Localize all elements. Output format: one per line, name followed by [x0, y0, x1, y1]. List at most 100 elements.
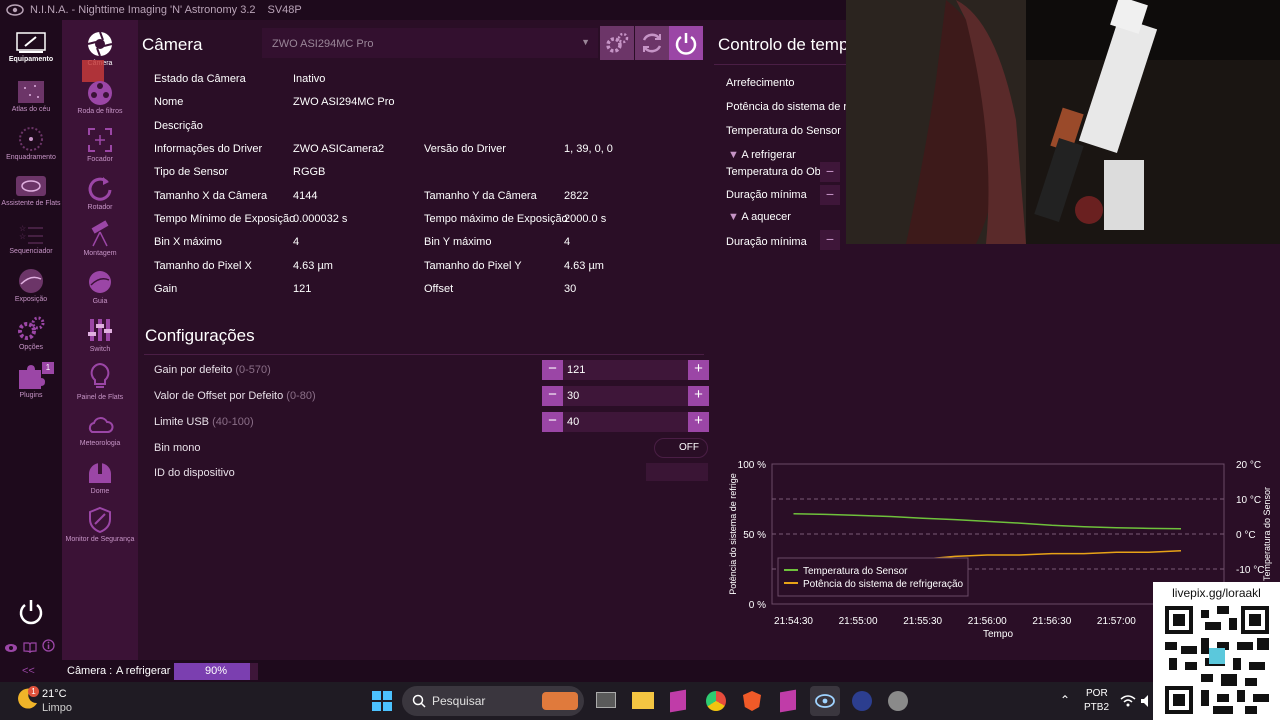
info-label: Bin X máximo	[154, 236, 222, 248]
device-id-input[interactable]	[646, 463, 708, 481]
nav-imaging[interactable]: Exposição	[0, 268, 62, 303]
nav-plugins[interactable]: Plugins 1	[0, 362, 62, 399]
search-highlight-icon	[542, 692, 578, 710]
show-hidden-icons[interactable]: ⌃	[1060, 693, 1070, 707]
telescope-icon	[91, 220, 109, 247]
disconnect-button[interactable]	[669, 26, 703, 60]
shield-icon	[89, 506, 111, 534]
nav-sky-atlas[interactable]: Atlas do céu	[0, 80, 62, 113]
app-icon-1[interactable]	[670, 689, 686, 713]
weather-temp: 21°C	[42, 688, 67, 700]
camera-settings-button[interactable]	[600, 26, 634, 60]
info-row: Tipo de Sensor RGGB	[154, 166, 694, 180]
info-icon	[42, 639, 55, 652]
info-value: ZWO ASICamera2	[293, 143, 385, 155]
search-box[interactable]: Pesquisar	[402, 686, 584, 716]
language-line2[interactable]: PTB2	[1084, 702, 1109, 713]
stellarium-icon[interactable]	[852, 691, 872, 711]
info-value: RGGB	[293, 166, 326, 178]
info-label: Tempo máximo de Exposição	[424, 213, 568, 225]
nav-focuser[interactable]: Focador	[62, 126, 138, 163]
weather-widget[interactable]: 1 21°C Limpo	[14, 686, 72, 715]
info-value: 4144	[293, 190, 318, 202]
y2-tick-label: -10 °C	[1236, 565, 1264, 576]
nav-label: Sequenciador	[9, 248, 53, 255]
brave-icon[interactable]	[743, 691, 761, 711]
eye-button[interactable]	[4, 640, 18, 658]
status-device: Câmera :	[67, 665, 113, 677]
language-line1[interactable]: POR	[1086, 688, 1108, 699]
app-icon-2[interactable]	[780, 689, 796, 713]
usb-stepper: − 40 +	[542, 412, 709, 432]
nav-label: Focador	[87, 156, 113, 163]
info-row: Informações do Driver ZWO ASICamera2 Versã…	[154, 143, 694, 157]
cool-min-decrement-button[interactable]: −	[820, 185, 840, 205]
info-value: 2000.0 s	[564, 213, 607, 225]
chevron-down-icon: ▼	[728, 149, 742, 161]
nav-safety-monitor[interactable]: Monitor de Segurança	[62, 506, 138, 543]
bin-mono-toggle[interactable]: OFF	[654, 438, 708, 458]
gear-icon	[18, 316, 45, 340]
gain-input[interactable]: 121	[563, 360, 688, 380]
search-icon	[412, 694, 426, 708]
nina-taskbar-icon[interactable]	[810, 686, 840, 716]
gain-decrement-button[interactable]: −	[542, 360, 563, 380]
usb-input[interactable]: 40	[563, 412, 688, 432]
info-label: Tamanho X da Câmera	[154, 190, 268, 202]
info-row: Gain 121 Offset 30	[154, 283, 694, 297]
usb-increment-button[interactable]: +	[688, 412, 709, 432]
nav-flat-panel[interactable]: Painel de Flats	[62, 362, 138, 401]
bin-mono-label: Bin mono	[154, 442, 201, 454]
qr-caption: livepix.gg/loraakl	[1172, 586, 1261, 600]
warm-min-decrement-button[interactable]: −	[820, 230, 840, 250]
nav-weather[interactable]: Meteorologia	[62, 412, 138, 447]
chrome-icon[interactable]	[706, 691, 726, 711]
offset-increment-button[interactable]: +	[688, 386, 709, 406]
info-row: Tamanho X da Câmera 4144 Tamanho Y da Câme…	[154, 190, 694, 204]
y-tick-label: 50 %	[743, 530, 766, 541]
power-button[interactable]	[17, 598, 45, 631]
nav-rotator[interactable]: Rotador	[62, 174, 138, 211]
book-button[interactable]	[23, 640, 37, 658]
nav-filter-wheel[interactable]: Roda de filtros	[62, 80, 138, 115]
nav-equipment[interactable]: Equipamento	[0, 32, 62, 63]
start-button[interactable]	[372, 691, 392, 714]
power-icon	[19, 600, 43, 625]
app-icon-3[interactable]	[888, 691, 908, 711]
wifi-icon[interactable]	[1120, 694, 1136, 708]
offset-stepper: − 30 +	[542, 386, 709, 406]
usb-decrement-button[interactable]: −	[542, 412, 563, 432]
nav-guider[interactable]: Guia	[62, 268, 138, 305]
refresh-devices-button[interactable]	[635, 26, 669, 60]
settings-divider	[144, 354, 704, 355]
nav-sequencer[interactable]: ☆ ☆ Sequenciador	[0, 222, 62, 255]
nav-label: Painel de Flats	[76, 394, 124, 401]
gain-increment-button[interactable]: +	[688, 360, 709, 380]
weather-icon	[88, 417, 114, 433]
nav-switch[interactable]: Switch	[62, 316, 138, 353]
info-value: ZWO ASI294MC Pro	[293, 96, 395, 108]
gain-range: (0-570)	[235, 364, 271, 376]
collapse-button[interactable]: <<	[22, 665, 35, 677]
file-explorer-icon[interactable]	[632, 692, 654, 709]
cool-target-decrement-button[interactable]: −	[820, 162, 840, 182]
status-state: A refrigerar	[116, 665, 171, 677]
filter-wheel-icon	[88, 81, 112, 105]
weather-badge: 1	[28, 686, 39, 697]
nav-options[interactable]: Opções	[0, 316, 62, 351]
offset-input[interactable]: 30	[563, 386, 688, 406]
volume-icon[interactable]	[1140, 694, 1152, 708]
offset-decrement-button[interactable]: −	[542, 386, 563, 406]
info-label: Tipo de Sensor	[154, 166, 229, 178]
focuser-icon	[88, 128, 112, 152]
status-progress: 90%	[174, 663, 258, 680]
nav-mount[interactable]: Montagem	[62, 220, 138, 257]
nav-flat-wizard[interactable]: Assistente de Flats	[0, 174, 62, 207]
info-button[interactable]	[42, 639, 55, 657]
camera-selector[interactable]: ZWO ASI294MC Pro ▼	[262, 28, 598, 58]
nav-dome[interactable]: Dome	[62, 458, 138, 495]
nav-framing[interactable]: Enquadramento	[0, 126, 62, 161]
task-view-icon[interactable]	[596, 692, 616, 708]
refresh-icon	[642, 33, 662, 53]
usb-label: Limite USB	[154, 416, 210, 428]
